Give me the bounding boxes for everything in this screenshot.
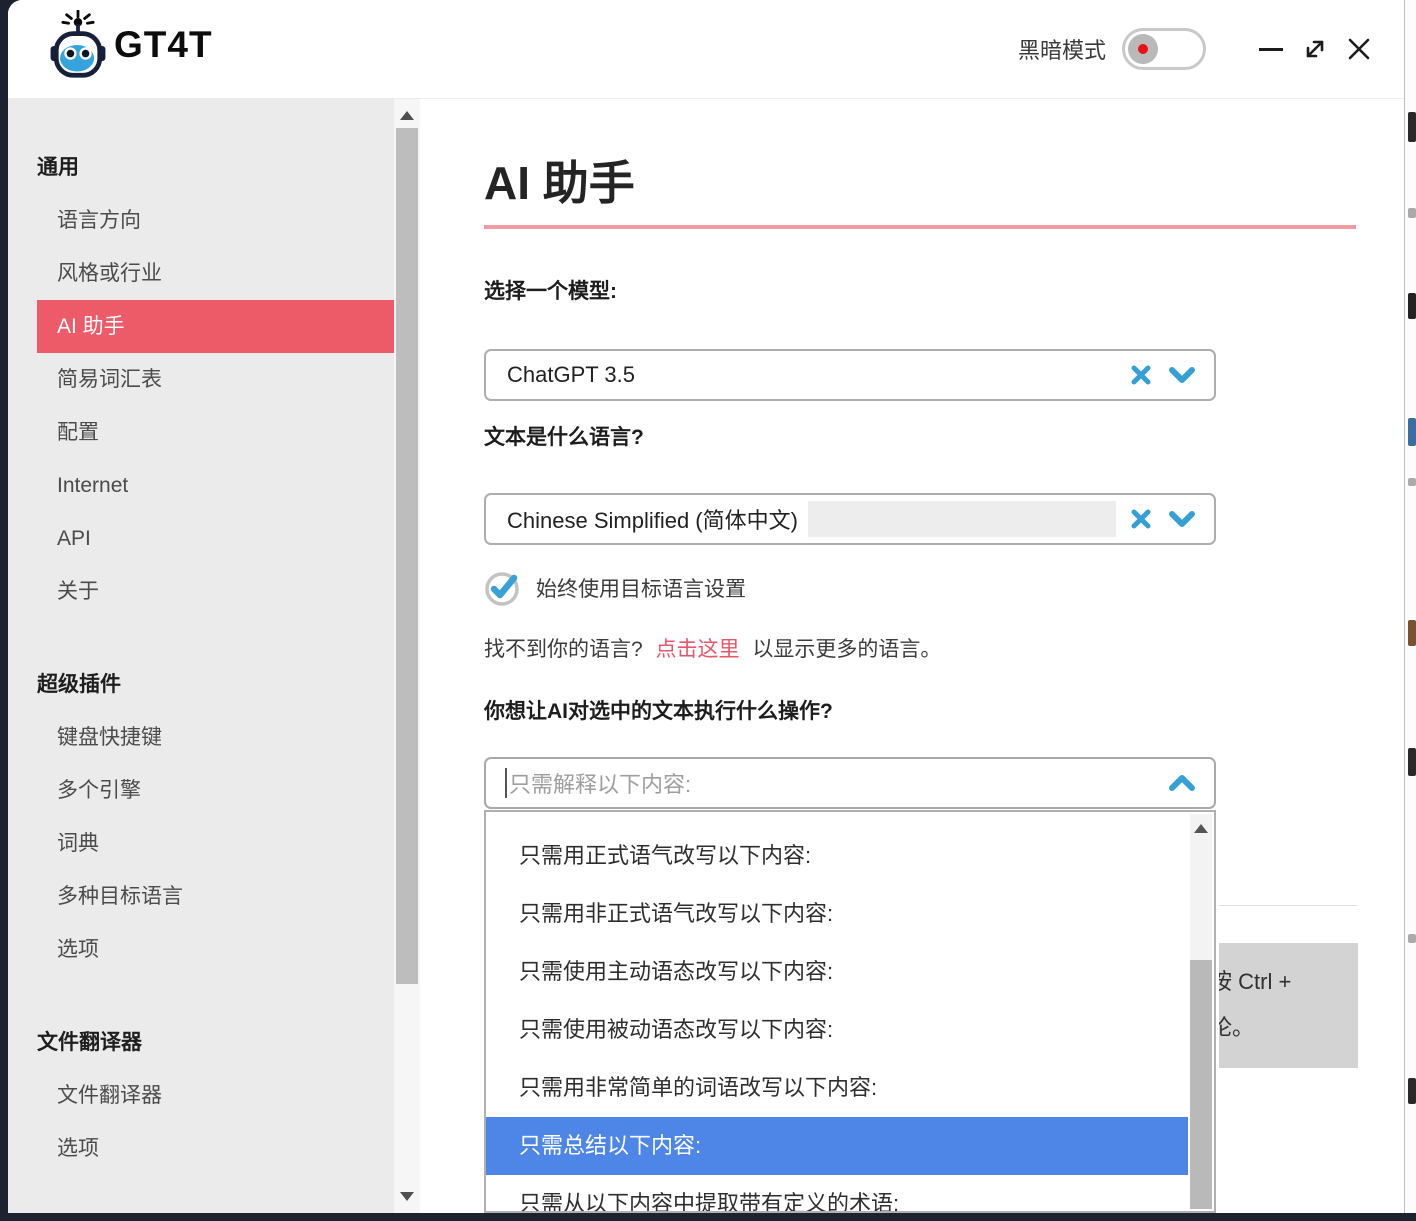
tip-fragment-line1: 按 Ctrl + xyxy=(1219,959,1358,1005)
close-button[interactable] xyxy=(1342,29,1376,69)
background-fragment xyxy=(1408,112,1416,142)
source-language-select[interactable]: Chinese Simplified (简体中文) xyxy=(484,493,1216,545)
title-bar: GT4T 黑暗模式 xyxy=(8,0,1404,99)
option-rewrite-active-voice[interactable]: 只需使用主动语态改写以下内容: xyxy=(486,943,1188,1001)
close-icon xyxy=(1344,34,1374,64)
model-label: 选择一个模型: xyxy=(484,279,617,305)
app-logo: GT4T xyxy=(46,10,213,80)
toggle-knob-icon xyxy=(1128,34,1158,64)
sidebar-item-simple-glossary[interactable]: 简易词汇表 xyxy=(8,353,394,406)
sidebar-scrollbar-thumb[interactable] xyxy=(396,128,418,984)
sidebar-item-file-translator[interactable]: 文件翻译器 xyxy=(8,1069,394,1122)
option-summarize[interactable]: 只需总结以下内容: xyxy=(486,1117,1188,1175)
background-divider xyxy=(1219,905,1357,906)
sidebar-item-dictionary[interactable]: 词典 xyxy=(8,817,394,870)
background-fragment xyxy=(1408,293,1416,319)
background-window-sliver xyxy=(1404,0,1416,1213)
background-fragment xyxy=(1408,478,1416,486)
minimize-icon xyxy=(1259,48,1283,51)
clear-icon[interactable] xyxy=(1130,508,1152,530)
checkbox-checked-icon xyxy=(484,569,522,607)
more-languages-suffix: 以显示更多的语言。 xyxy=(752,638,941,661)
option-rewrite-passive-voice[interactable]: 只需使用被动语态改写以下内容: xyxy=(486,1001,1188,1059)
option-rewrite-formal[interactable]: 只需用正式语气改写以下内容: xyxy=(486,827,1188,885)
background-fragment xyxy=(1408,1078,1416,1104)
option-extract-terms[interactable]: 只需从以下内容中提取带有定义的术语: xyxy=(486,1175,1188,1213)
sidebar-item-style-industry[interactable]: 风格或行业 xyxy=(8,247,394,300)
app-window: GT4T 黑暗模式 xyxy=(8,0,1404,1213)
option-rewrite-informal[interactable]: 只需用非正式语气改写以下内容: xyxy=(486,885,1188,943)
maximize-button[interactable] xyxy=(1298,29,1332,69)
background-tip-box: 按 Ctrl + 论。 xyxy=(1219,943,1358,1068)
sidebar-item-multiple-target-languages[interactable]: 多种目标语言 xyxy=(8,870,394,923)
source-language-value: Chinese Simplified (简体中文) xyxy=(507,503,798,535)
main-content: AI 助手 选择一个模型: ChatGPT 3.5 文本是什么语言? Chine… xyxy=(420,99,1404,1213)
checkbox-label: 始终使用目标语言设置 xyxy=(536,573,746,603)
robot-logo-icon xyxy=(46,10,110,80)
more-languages-prefix: 找不到你的语言? xyxy=(484,638,643,661)
option-rewrite-simple-words[interactable]: 只需用非常简单的词语改写以下内容: xyxy=(486,1059,1188,1117)
scroll-up-arrow-icon[interactable] xyxy=(1194,824,1208,833)
page-title: AI 助手 xyxy=(484,147,635,213)
chevron-down-icon[interactable] xyxy=(1168,365,1196,385)
app-title: GT4T xyxy=(114,24,213,66)
scroll-down-arrow-icon[interactable] xyxy=(400,1192,414,1201)
background-fragment xyxy=(1408,934,1416,943)
options-scrollbar[interactable] xyxy=(1190,814,1212,1209)
sidebar-scrollbar[interactable] xyxy=(394,99,420,1213)
sidebar-item-options[interactable]: 选项 xyxy=(8,923,394,976)
background-fragment xyxy=(1408,620,1416,646)
minimize-button[interactable] xyxy=(1254,29,1288,69)
sidebar-item-file-options[interactable]: 选项 xyxy=(8,1122,394,1175)
background-fragment xyxy=(1408,208,1416,218)
chevron-down-icon[interactable] xyxy=(1168,509,1196,529)
action-label: 你想让AI对选中的文本执行什么操作? xyxy=(484,699,833,725)
background-fragment xyxy=(1408,418,1416,446)
background-fragment xyxy=(1408,748,1416,776)
click-here-link[interactable]: 点击这里 xyxy=(656,638,740,661)
scroll-up-arrow-icon[interactable] xyxy=(400,111,414,120)
action-options-panel: 只需用正式语气改写以下内容: 只需用非正式语气改写以下内容: 只需使用主动语态改… xyxy=(484,810,1216,1213)
sidebar-item-ai-assistant[interactable]: AI 助手 xyxy=(37,300,394,353)
text-cursor xyxy=(505,768,507,798)
dark-mode-label: 黑暗模式 xyxy=(1018,33,1106,65)
combobox-placeholder: 只需解释以下内容: xyxy=(509,767,691,799)
select-input-area xyxy=(808,501,1116,537)
sidebar-item-keyboard-shortcuts[interactable]: 键盘快捷键 xyxy=(8,711,394,764)
action-combobox[interactable]: 只需解释以下内容: xyxy=(484,757,1216,809)
sidebar-section-super-plugins: 超级插件 xyxy=(8,658,394,711)
toggle-red-dot-icon xyxy=(1138,44,1148,54)
sidebar-item-internet[interactable]: Internet xyxy=(8,459,394,512)
options-scrollbar-thumb[interactable] xyxy=(1190,960,1212,1209)
sidebar-section-general: 通用 xyxy=(8,141,394,194)
title-underline xyxy=(484,225,1356,229)
dark-mode-toggle[interactable] xyxy=(1122,28,1206,70)
expand-icon xyxy=(1300,34,1330,64)
clear-icon[interactable] xyxy=(1130,364,1152,386)
sidebar-nav: 通用 语言方向 风格或行业 AI 助手 简易词汇表 配置 Internet AP… xyxy=(8,99,394,1213)
chevron-up-icon[interactable] xyxy=(1168,773,1196,793)
sidebar-section-file-translator: 文件翻译器 xyxy=(8,1016,394,1069)
sidebar-item-multiple-engines[interactable]: 多个引擎 xyxy=(8,764,394,817)
source-language-label: 文本是什么语言? xyxy=(484,425,644,451)
sidebar-item-language-direction[interactable]: 语言方向 xyxy=(8,194,394,247)
more-languages-sentence: 找不到你的语言? 点击这里 以显示更多的语言。 xyxy=(484,637,941,663)
sidebar-item-about[interactable]: 关于 xyxy=(8,565,394,618)
always-use-target-language-checkbox[interactable]: 始终使用目标语言设置 xyxy=(484,569,746,607)
tip-fragment-line2: 论。 xyxy=(1219,1005,1358,1051)
model-select-value: ChatGPT 3.5 xyxy=(507,362,635,388)
sidebar-item-config[interactable]: 配置 xyxy=(8,406,394,459)
sidebar-item-api[interactable]: API xyxy=(8,512,394,565)
model-select[interactable]: ChatGPT 3.5 xyxy=(484,349,1216,401)
